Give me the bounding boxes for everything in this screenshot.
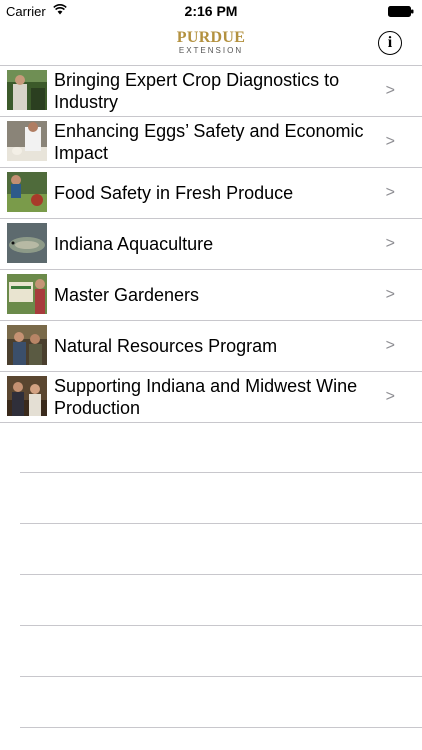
thumbnail-image [7,325,47,365]
chevron-right-icon: > [385,286,395,303]
chevron-right-icon: > [385,235,395,252]
chevron-right-icon: > [385,82,395,99]
status-bar: Carrier 2:16 PM [0,0,422,22]
thumbnail-image [7,70,47,110]
empty-row-separator [20,676,422,677]
thumbnail-image [7,172,47,212]
chevron-right-icon: > [385,184,395,201]
thumbnail-image [7,223,47,263]
list-item-master-gardeners[interactable]: Master Gardeners > [0,270,422,321]
list-item-title: Indiana Aquaculture [54,234,214,254]
empty-row-separator [20,727,422,728]
purdue-extension-logo: PURDUE EXTENSION [0,30,422,55]
info-circle-icon: i [387,34,393,51]
list-item-eggs-safety[interactable]: Enhancing Eggs’ Safety and Economic Impa… [0,117,422,168]
list-item-wine-production[interactable]: Supporting Indiana and Midwest Wine Prod… [0,372,422,423]
chevron-right-icon: > [385,133,395,150]
navigation-bar: PURDUE EXTENSION i [0,22,422,66]
program-list: Bringing Expert Crop Diagnostics to Indu… [0,66,422,423]
list-item-title: Bringing Expert Crop Diagnostics to Indu… [54,70,340,112]
list-item-crop-diagnostics[interactable]: Bringing Expert Crop Diagnostics to Indu… [0,66,422,117]
list-item-title: Master Gardeners [54,285,200,305]
empty-row-separator [20,523,422,524]
list-item-natural-resources[interactable]: Natural Resources Program > [0,321,422,372]
chevron-right-icon: > [385,388,395,405]
list-item-title: Supporting Indiana and Midwest Wine Prod… [54,376,358,418]
empty-row-separator [20,472,422,473]
info-button[interactable]: i [378,31,402,55]
logo-main-text: PURDUE [176,29,246,46]
list-item-title: Natural Resources Program [54,336,278,356]
thumbnail-image [7,274,47,314]
empty-row-separator [20,625,422,626]
battery-icon [388,6,414,17]
empty-row-separator [20,574,422,575]
chevron-right-icon: > [385,337,395,354]
list-item-title: Enhancing Eggs’ Safety and Economic Impa… [54,121,364,163]
status-time: 2:16 PM [184,3,238,19]
list-item-fresh-produce[interactable]: Food Safety in Fresh Produce > [0,168,422,219]
list-item-aquaculture[interactable]: Indiana Aquaculture > [0,219,422,270]
logo-sub-text: EXTENSION [178,46,244,55]
thumbnail-image [7,121,47,161]
thumbnail-image [7,376,47,416]
list-item-title: Food Safety in Fresh Produce [54,183,294,203]
